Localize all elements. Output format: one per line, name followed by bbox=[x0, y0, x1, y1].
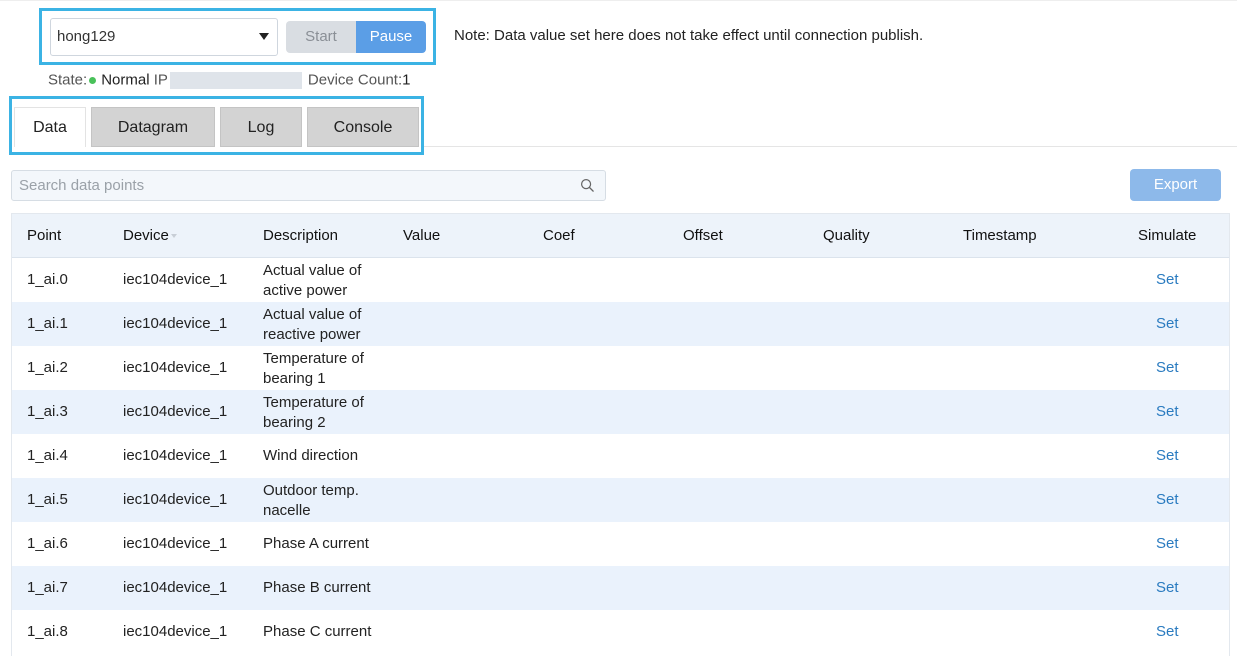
set-link[interactable]: Set bbox=[1156, 315, 1179, 332]
cell-point: 1_ai.1 bbox=[27, 315, 68, 332]
tab-console[interactable]: Console bbox=[307, 107, 419, 147]
set-link[interactable]: Set bbox=[1156, 623, 1179, 640]
tab-datagram[interactable]: Datagram bbox=[91, 107, 215, 147]
state-label: State: bbox=[48, 71, 88, 89]
cell-device: iec104device_1 bbox=[123, 535, 228, 552]
cell-device: iec104device_1 bbox=[123, 271, 228, 288]
set-link[interactable]: Set bbox=[1156, 447, 1179, 464]
header-timestamp: Timestamp bbox=[963, 227, 1037, 244]
cell-point: 1_ai.8 bbox=[27, 623, 68, 640]
status-row: State: Normal IP Device Count:1 bbox=[48, 71, 410, 89]
header-value: Value bbox=[403, 227, 441, 244]
cell-description: Phase C current bbox=[263, 623, 372, 640]
cell-description: Phase B current bbox=[263, 579, 371, 596]
cell-description: Outdoor temp. nacelle bbox=[263, 482, 359, 519]
set-link[interactable]: Set bbox=[1156, 535, 1179, 552]
table-row: 1_ai.6 iec104device_1 Phase A current Se… bbox=[12, 522, 1229, 566]
table-body: 1_ai.0 iec104device_1 Actual value of ac… bbox=[12, 258, 1229, 654]
start-button[interactable]: Start bbox=[286, 21, 356, 53]
header-description: Description bbox=[263, 227, 339, 244]
top-divider bbox=[0, 0, 1237, 1]
table-row: 1_ai.1 iec104device_1 Actual value of re… bbox=[12, 302, 1229, 346]
table-row: 1_ai.2 iec104device_1 Temperature of bea… bbox=[12, 346, 1229, 390]
table-row: 1_ai.5 iec104device_1 Outdoor temp. nace… bbox=[12, 478, 1229, 522]
ip-redacted bbox=[169, 71, 302, 89]
export-button[interactable]: Export bbox=[1130, 169, 1221, 201]
header-coef: Coef bbox=[543, 227, 575, 244]
cell-point: 1_ai.6 bbox=[27, 535, 68, 552]
cell-device: iec104device_1 bbox=[123, 359, 228, 376]
tab-log[interactable]: Log bbox=[220, 107, 302, 147]
cell-device: iec104device_1 bbox=[123, 579, 228, 596]
tab-bar: Data Datagram Log Console bbox=[9, 96, 424, 155]
caret-down-icon bbox=[259, 33, 269, 40]
status-dot-icon bbox=[89, 76, 97, 84]
cell-point: 1_ai.7 bbox=[27, 579, 68, 596]
connection-select[interactable]: hong129 bbox=[50, 18, 278, 56]
header-device-label: Device bbox=[123, 227, 169, 244]
table-row: 1_ai.3 iec104device_1 Temperature of bea… bbox=[12, 390, 1229, 434]
table-row: 1_ai.8 iec104device_1 Phase C current Se… bbox=[12, 610, 1229, 654]
table-row: 1_ai.7 iec104device_1 Phase B current Se… bbox=[12, 566, 1229, 610]
header-device[interactable]: Device bbox=[123, 227, 177, 244]
cell-description: Actual value of reactive power bbox=[263, 306, 362, 343]
cell-description: Wind direction bbox=[263, 447, 359, 464]
set-link[interactable]: Set bbox=[1156, 579, 1179, 596]
tab-divider bbox=[424, 146, 1237, 147]
cell-device: iec104device_1 bbox=[123, 447, 228, 464]
cell-description: Actual value of active power bbox=[263, 262, 362, 299]
pause-button[interactable]: Pause bbox=[356, 21, 426, 53]
cell-point: 1_ai.4 bbox=[27, 447, 68, 464]
set-link[interactable]: Set bbox=[1156, 491, 1179, 508]
connection-select-value: hong129 bbox=[57, 28, 116, 45]
search-box bbox=[11, 170, 606, 201]
tab-data[interactable]: Data bbox=[14, 107, 86, 147]
sort-down-icon[interactable] bbox=[170, 234, 177, 239]
cell-description: Temperature of bearing 2 bbox=[263, 394, 364, 431]
cell-device: iec104device_1 bbox=[123, 403, 228, 420]
table-row: 1_ai.0 iec104device_1 Actual value of ac… bbox=[12, 258, 1229, 302]
table-header: Point Device Description Value Coef Offs… bbox=[12, 214, 1229, 258]
header-point[interactable]: Point bbox=[27, 227, 61, 244]
header-offset: Offset bbox=[683, 227, 723, 244]
header-simulate: Simulate bbox=[1138, 227, 1197, 244]
cell-device: iec104device_1 bbox=[123, 491, 228, 508]
cell-description: Temperature of bearing 1 bbox=[263, 350, 364, 387]
ip-label: IP bbox=[153, 71, 168, 89]
cell-point: 1_ai.2 bbox=[27, 359, 68, 376]
cell-device: iec104device_1 bbox=[123, 315, 228, 332]
cell-device: iec104device_1 bbox=[123, 623, 228, 640]
cell-point: 1_ai.5 bbox=[27, 491, 68, 508]
cell-point: 1_ai.3 bbox=[27, 403, 68, 420]
table-row: 1_ai.4 iec104device_1 Wind direction Set bbox=[12, 434, 1229, 478]
search-icon[interactable] bbox=[580, 178, 595, 193]
search-input[interactable] bbox=[12, 171, 572, 200]
set-link[interactable]: Set bbox=[1156, 271, 1179, 288]
device-count-label: Device Count: bbox=[307, 71, 403, 89]
data-points-table: Point Device Description Value Coef Offs… bbox=[11, 213, 1230, 656]
header-quality: Quality bbox=[823, 227, 870, 244]
connection-control-group: hong129 Start Pause bbox=[39, 8, 436, 65]
cell-point: 1_ai.0 bbox=[27, 271, 68, 288]
device-count-value: 1 bbox=[402, 71, 411, 89]
set-link[interactable]: Set bbox=[1156, 359, 1179, 376]
publish-note: Note: Data value set here does not take … bbox=[454, 27, 924, 44]
state-value: Normal bbox=[101, 71, 150, 89]
cell-description: Phase A current bbox=[263, 535, 369, 552]
set-link[interactable]: Set bbox=[1156, 403, 1179, 420]
